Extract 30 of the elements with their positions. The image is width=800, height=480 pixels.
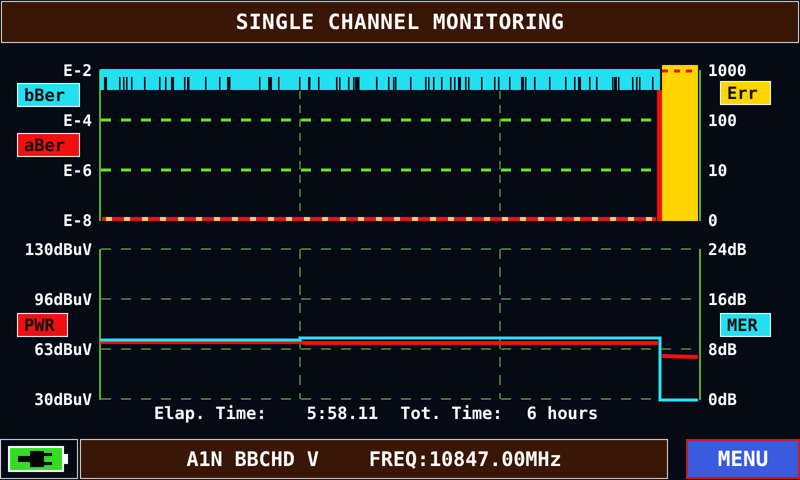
legend-tag: Err: [720, 81, 771, 105]
axis-label: 0dB: [708, 390, 737, 409]
elapsed-label: Elap. Time:: [154, 404, 267, 424]
total-label: Tot. Time:: [400, 404, 503, 424]
menu-button[interactable]: MENU: [686, 439, 800, 479]
legend-tag: aBer: [17, 133, 80, 157]
axis-label: E-4: [63, 111, 92, 130]
battery-plug-icon: [8, 446, 70, 472]
axis-label: E-8: [63, 211, 92, 230]
axis-label: E-2: [63, 61, 92, 80]
axis-label: 130dBuV: [24, 240, 92, 259]
axis-label: 1000: [708, 61, 747, 80]
elapsed-value: 5:58.11: [306, 404, 378, 424]
screen-title: SINGLE CHANNEL MONITORING: [236, 10, 564, 34]
legend-tag: PWR: [17, 313, 68, 337]
axis-label: E-6: [63, 161, 92, 180]
axis-label: 100: [708, 111, 737, 130]
axis-label: 8dB: [708, 340, 737, 359]
axis-label: 10: [708, 161, 728, 180]
axis-label: 0: [708, 211, 718, 230]
axis-label: 24dB: [708, 240, 747, 259]
frequency-readout: FREQ:10847.00MHz: [368, 447, 562, 471]
axis-label: 63dBuV: [34, 340, 92, 359]
legend-tag: MER: [720, 313, 771, 337]
channel-name: A1N BBCHD V: [186, 447, 319, 471]
axis-label: 16dB: [708, 290, 747, 309]
total-value: 6 hours: [526, 404, 598, 424]
legend-tag: bBer: [17, 83, 80, 107]
axis-label: 30dBuV: [34, 390, 92, 409]
axis-label: 96dBuV: [34, 290, 92, 309]
